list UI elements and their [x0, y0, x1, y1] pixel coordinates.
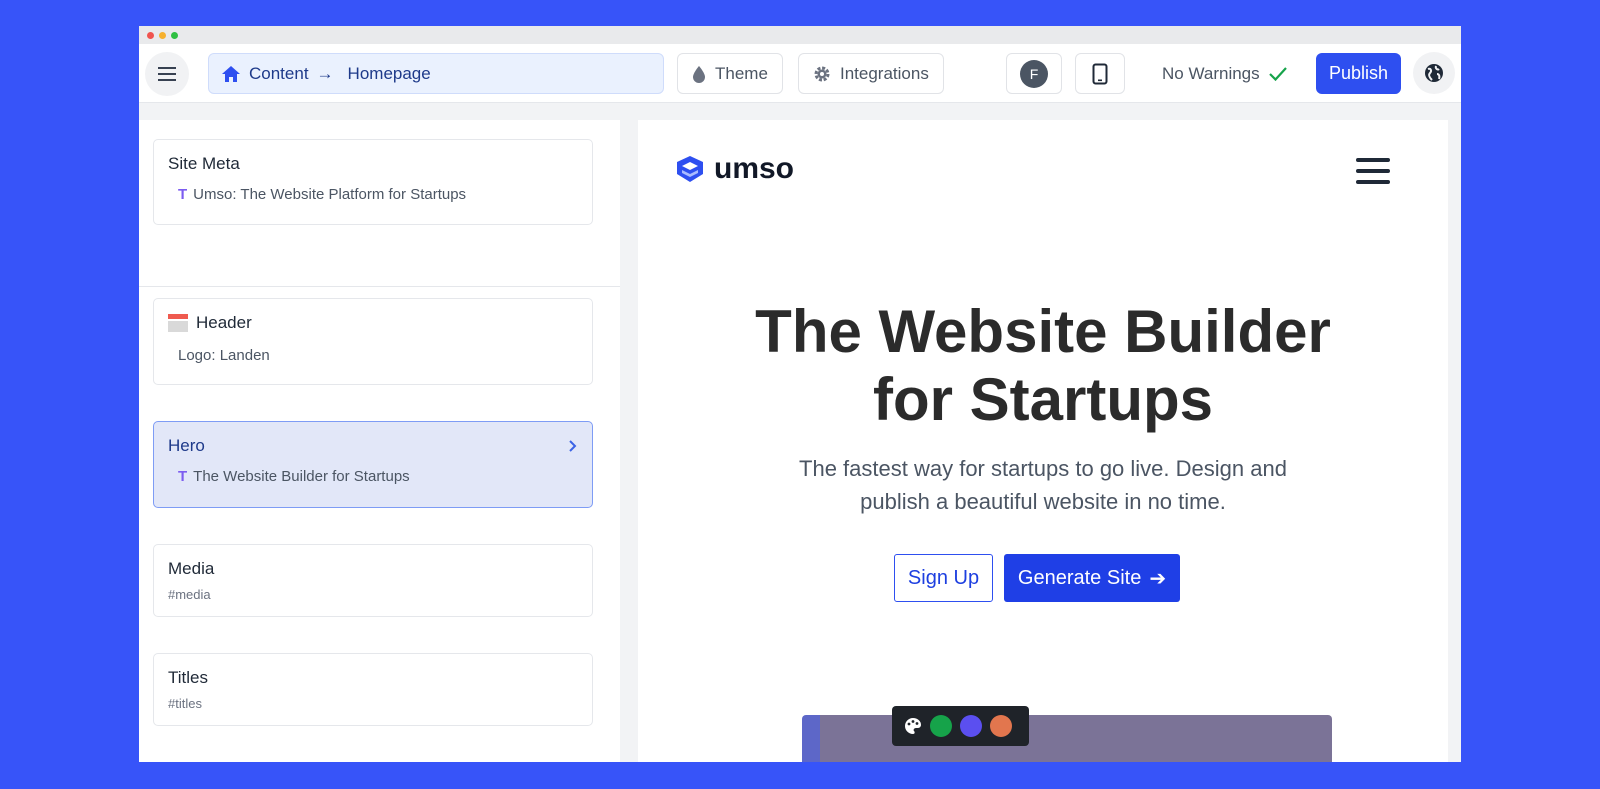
warnings-status[interactable]: No Warnings — [1162, 53, 1288, 94]
section-title: Hero — [168, 436, 205, 455]
hamburger-icon — [158, 67, 176, 81]
section-value: Logo: Landen — [178, 347, 270, 364]
signup-button[interactable]: Sign Up — [894, 554, 993, 602]
generate-site-button[interactable]: Generate Site ➔ — [1004, 554, 1180, 602]
hero-title-line: The Website Builder — [755, 298, 1331, 365]
generate-site-label: Generate Site — [1017, 566, 1142, 589]
section-title: Titles — [168, 668, 208, 687]
hero-subtitle-line: The fastest way for startups to go live.… — [799, 456, 1287, 481]
breadcrumb-root[interactable]: Content — [249, 64, 309, 84]
chevron-right-icon — [569, 440, 577, 452]
home-icon — [222, 65, 240, 82]
product-screenshot — [802, 715, 1332, 762]
theme-button[interactable]: Theme — [677, 53, 783, 94]
section-card-header[interactable]: Header Logo: Landen — [153, 298, 593, 385]
check-icon — [1268, 66, 1287, 81]
section-title: Media — [168, 559, 215, 578]
site-menu-icon[interactable] — [1356, 156, 1390, 186]
umso-logo-icon — [677, 156, 703, 182]
swatch-green[interactable] — [930, 715, 952, 737]
text-type-icon: T — [178, 186, 188, 203]
app-window: Content → Homepage Theme Integrations F … — [139, 26, 1461, 762]
tablet-icon — [1092, 63, 1108, 84]
swatch-orange[interactable] — [990, 715, 1012, 737]
hero-title-line: for Startups — [872, 366, 1214, 433]
breadcrumb[interactable]: Content → Homepage — [208, 53, 664, 94]
section-title: Header — [196, 313, 252, 332]
site-meta-card[interactable]: Site Meta T Umso: The Website Platform fo… — [153, 139, 593, 225]
drop-icon — [693, 65, 705, 83]
maximize-dot[interactable] — [171, 31, 178, 39]
menu-button[interactable] — [145, 52, 189, 96]
hero-subtitle-line: publish a beautiful website in no time. — [860, 489, 1226, 514]
hero-title: The Website Builder for Startups — [638, 298, 1448, 434]
color-swatch-toolbar — [892, 706, 1029, 746]
avatar: F — [1020, 59, 1048, 88]
language-button[interactable] — [1413, 52, 1455, 94]
gear-icon — [814, 66, 830, 81]
theme-label: Theme — [715, 63, 768, 83]
section-card-hero[interactable]: Hero T The Website Builder for Startups — [153, 421, 593, 508]
swatch-purple[interactable] — [960, 715, 982, 737]
close-dot[interactable] — [147, 31, 154, 39]
integrations-button[interactable]: Integrations — [798, 53, 944, 94]
section-tag: #titles — [168, 696, 202, 711]
site-preview[interactable]: umso The Website Builder for Startups Th… — [638, 120, 1448, 762]
globe-icon — [1425, 64, 1443, 82]
account-button[interactable]: F — [1006, 53, 1062, 94]
header-section-icon — [168, 314, 188, 332]
hero-subtitle: The fastest way for startups to go live.… — [638, 452, 1448, 518]
site-meta-value: Umso: The Website Platform for Startups — [193, 186, 467, 203]
integrations-label: Integrations — [840, 63, 929, 83]
section-value: The Website Builder for Startups — [193, 468, 410, 485]
section-card-media[interactable]: Media #media — [153, 544, 593, 617]
publish-button[interactable]: Publish — [1316, 53, 1401, 94]
site-meta-title: Site Meta — [168, 154, 240, 173]
panel-divider — [139, 286, 620, 287]
text-type-icon: T — [178, 468, 188, 485]
minimize-dot[interactable] — [159, 31, 166, 39]
arrow-right-icon: → — [316, 63, 334, 83]
breadcrumb-page[interactable]: Homepage — [348, 64, 431, 84]
toolbar: Content → Homepage Theme Integrations F … — [139, 44, 1461, 103]
palette-icon[interactable] — [904, 717, 922, 735]
logo-text: umso — [714, 152, 795, 185]
arrow-right-icon: ➔ — [1149, 567, 1167, 590]
warnings-label: No Warnings — [1162, 63, 1260, 83]
site-logo[interactable]: umso — [674, 152, 794, 186]
sections-panel: Site Meta T Umso: The Website Platform fo… — [139, 120, 620, 762]
device-preview-button[interactable] — [1075, 53, 1125, 94]
section-tag: #media — [168, 587, 211, 602]
section-card-titles[interactable]: Titles #titles — [153, 653, 593, 726]
window-titlebar — [139, 26, 1461, 44]
